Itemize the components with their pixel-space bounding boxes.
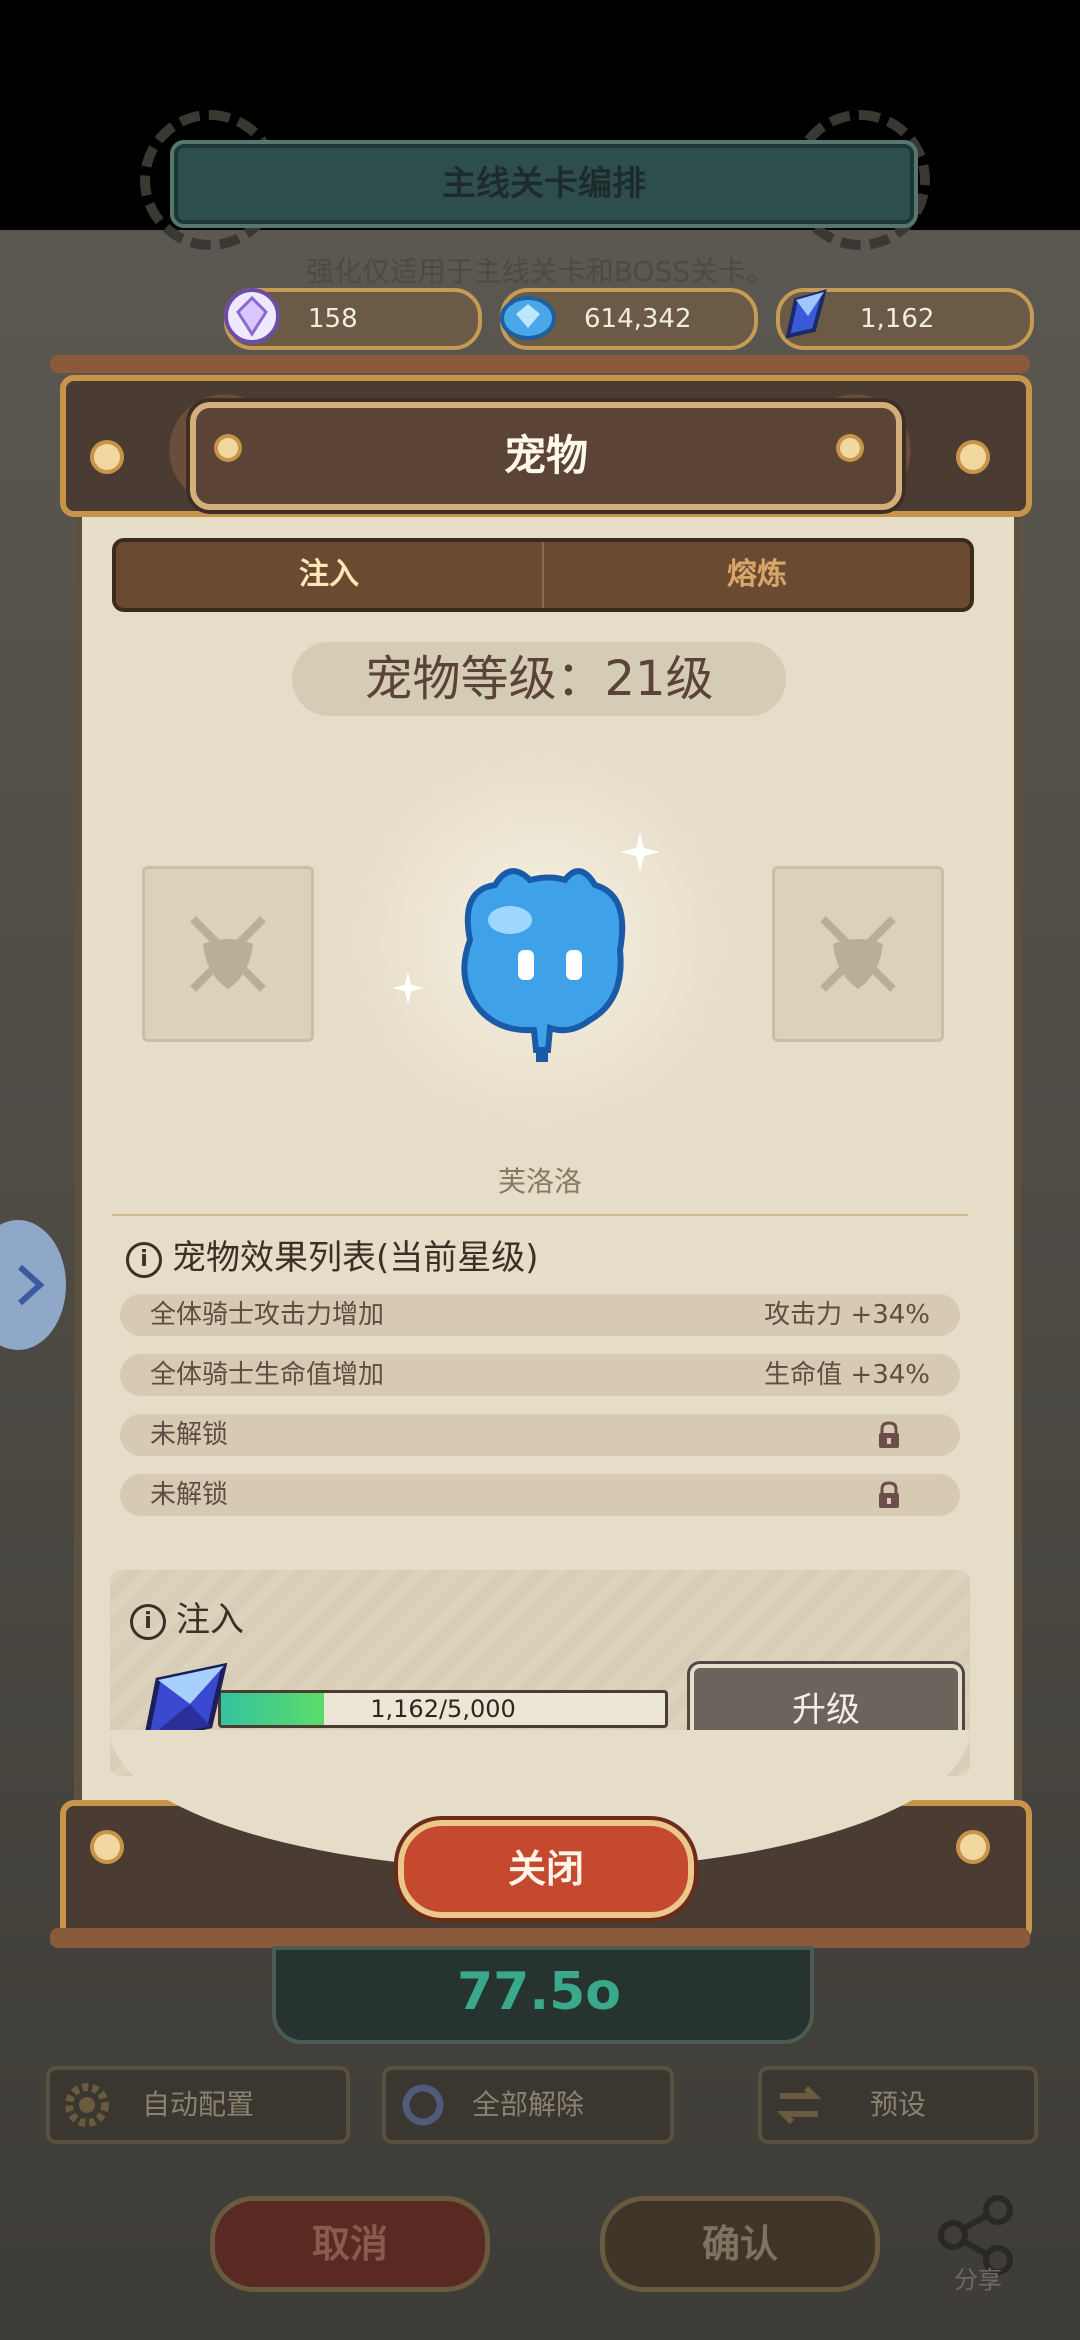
progress-text: 1,162/5,000 <box>370 1695 516 1723</box>
effect-row-locked: 未解锁 <box>120 1474 960 1516</box>
confirm-button[interactable]: 确认 <box>600 2196 880 2292</box>
effect-label: 全体骑士生命值增加 <box>150 1360 385 1390</box>
release-all-label: 全部解除 <box>471 2088 584 2121</box>
effect-value: 攻击力 +34% <box>764 1300 930 1330</box>
release-all-button[interactable]: 全部解除 <box>382 2066 674 2144</box>
dialog-bottom-rail <box>50 1928 1030 1948</box>
close-button[interactable]: 关闭 <box>398 1820 694 1918</box>
share-label: 分享 <box>954 2266 1002 2294</box>
tab-smelt[interactable]: 熔炼 <box>542 542 970 608</box>
rivet-decoration <box>960 444 986 470</box>
inject-header: i 注入 <box>130 1592 244 1641</box>
cancel-label: 取消 <box>311 2222 388 2266</box>
sparkle-icon <box>620 832 660 872</box>
equip-slot-right[interactable] <box>772 866 944 1042</box>
rivet-decoration <box>960 1834 986 1860</box>
sword-shield-icon <box>820 916 896 992</box>
effect-value: 生命值 +34% <box>764 1360 930 1390</box>
banner-title: 主线关卡编排 <box>442 164 646 204</box>
currency-chip-crystal: 1,162 <box>776 288 1034 350</box>
cancel-button[interactable]: 取消 <box>210 2196 490 2292</box>
diamond-gem-icon <box>224 288 280 344</box>
auto-config-label: 自动配置 <box>141 2088 254 2121</box>
stage-subtitle: 强化仅适用于主线关卡和BOSS关卡。 <box>305 255 775 288</box>
pet-level: 宠物等级：21级 <box>292 642 786 716</box>
info-icon[interactable]: i <box>130 1603 166 1640</box>
score-value: 77.5o <box>456 1962 622 2022</box>
blue-gem-icon <box>500 296 556 340</box>
effect-label: 全体骑士攻击力增加 <box>150 1300 385 1330</box>
dialog-top-rail <box>50 355 1030 373</box>
currency-value: 1,162 <box>860 304 935 334</box>
chevron-right-icon <box>17 1264 45 1306</box>
auto-config-button[interactable]: 自动配置 <box>46 2066 350 2144</box>
tab-inject[interactable]: 注入 <box>116 542 542 608</box>
preset-label: 预设 <box>869 2088 926 2121</box>
lock-icon <box>879 1421 899 1448</box>
stage-banner: 主线关卡编排 <box>170 140 918 228</box>
divider <box>112 1214 968 1216</box>
dialog-title: 宠物 <box>503 431 588 480</box>
pet-name: 芙洛洛 <box>497 1165 582 1198</box>
effects-header: i 宠物效果列表(当前星级) <box>126 1230 539 1279</box>
dialog-title-plate: 宠物 <box>190 402 902 510</box>
effect-row: 全体骑士生命值增加 生命值 +34% <box>120 1354 960 1396</box>
inject-title: 注入 <box>176 1600 244 1640</box>
currency-chip-gem: 614,342 <box>500 288 758 350</box>
lock-icon <box>879 1481 899 1508</box>
equip-slot-left[interactable] <box>142 866 314 1042</box>
blue-crystal-icon <box>785 289 827 339</box>
currency-value: 614,342 <box>584 304 692 334</box>
effect-row-locked: 未解锁 <box>120 1414 960 1456</box>
info-icon[interactable]: i <box>126 1241 162 1278</box>
effect-label: 未解锁 <box>150 1420 229 1450</box>
inject-progress-bar: 1,162/5,000 <box>218 1690 668 1728</box>
effect-row: 全体骑士攻击力增加 攻击力 +34% <box>120 1294 960 1336</box>
effect-label: 未解锁 <box>150 1480 229 1510</box>
rivet-decoration <box>840 438 860 458</box>
rivet-decoration <box>218 438 238 458</box>
currency-chip-diamond: 158 <box>224 288 482 350</box>
rivet-decoration <box>94 1834 120 1860</box>
preset-button[interactable]: 预设 <box>758 2066 1038 2144</box>
currency-value: 158 <box>308 304 358 334</box>
pet-slime-image <box>461 868 626 1062</box>
dialog-tabs: 注入 熔炼 <box>112 538 974 612</box>
sparkle-icon <box>392 972 424 1004</box>
rivet-decoration <box>94 444 120 470</box>
effects-title: 宠物效果列表(当前星级) <box>172 1238 539 1278</box>
sword-shield-icon <box>190 916 266 992</box>
confirm-label: 确认 <box>701 2222 778 2266</box>
